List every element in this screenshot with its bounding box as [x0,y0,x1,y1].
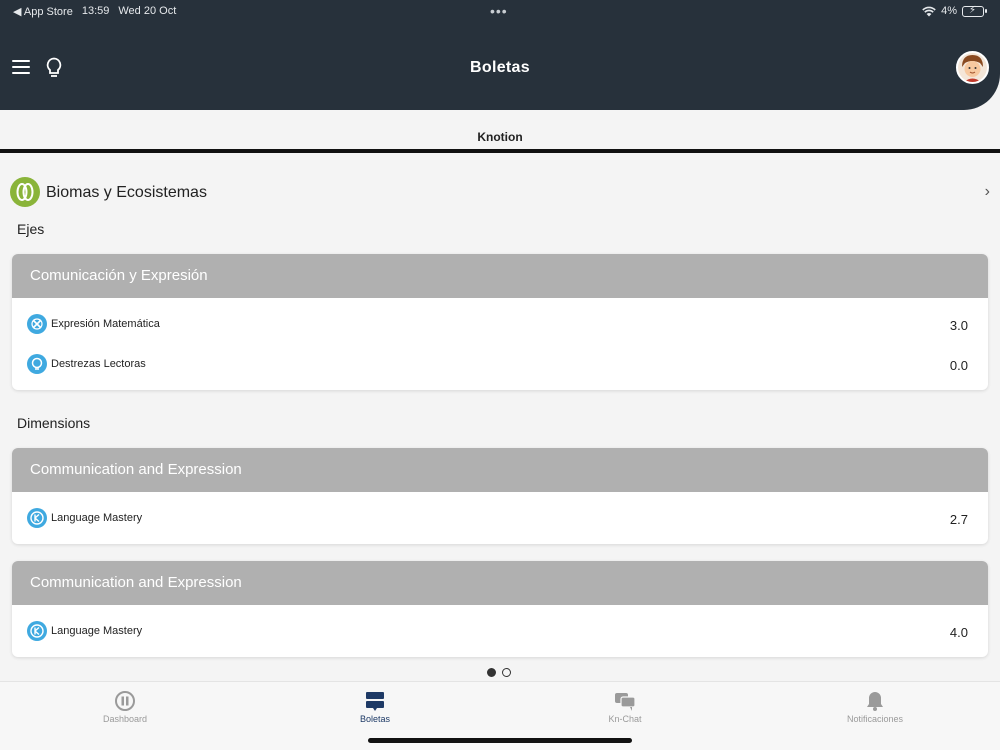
section-label-dimensions: Dimensions [17,415,91,431]
multitasking-dots[interactable]: ••• [490,3,508,19]
wifi-icon [922,6,936,16]
subject-selector[interactable]: Biomas y Ecosistemas › [10,177,992,207]
page-indicator [487,668,511,677]
item-score: 2.7 [949,512,968,527]
chevron-right-icon[interactable]: › [985,183,990,201]
reading-skills-icon [27,354,47,374]
status-date: Wed 20 Oct [118,5,177,17]
nav-label: Notificaciones [846,714,904,724]
status-left: ◀ App Store 13:59 Wed 20 Oct [13,5,176,18]
list-item[interactable]: Language Mastery 2.7 [12,498,988,538]
nav-label: Boletas [359,714,391,724]
page-title: Boletas [470,59,530,76]
app-header: ◀ App Store 13:59 Wed 20 Oct ••• 4% ⚡ Bo… [0,0,1000,110]
nav-label: Dashboard [102,714,148,724]
item-score: 4.0 [949,625,968,640]
battery-percent: 4% [941,5,957,17]
dashboard-icon [115,691,135,711]
page-dot-1[interactable] [487,668,496,677]
user-avatar[interactable] [956,51,989,84]
subject-title: Biomas y Ecosistemas [46,184,207,201]
school-tab-bar: Knotion [0,110,1000,154]
status-bar: ◀ App Store 13:59 Wed 20 Oct ••• 4% ⚡ [0,0,1000,22]
ejes-card: Comunicación y Expresión Expresión Matem… [12,254,988,390]
nav-boletas[interactable]: Boletas [315,690,435,724]
dimension-card: Communication and Expression Language Ma… [12,448,988,544]
home-indicator[interactable] [368,738,632,743]
back-to-app-link[interactable]: ◀ App Store [13,5,73,18]
math-expression-icon [27,314,47,334]
nav-dashboard[interactable]: Dashboard [65,690,185,724]
nav-kn-chat[interactable]: Kn-Chat [565,690,685,724]
chat-icon [615,693,636,711]
report-cards-icon [366,692,384,711]
status-right: 4% ⚡ [922,5,987,17]
item-label: Expresión Matemática [51,318,160,330]
dimension-card: Communication and Expression Language Ma… [12,561,988,657]
nav-notificaciones[interactable]: Notificaciones [815,690,935,724]
language-mastery-icon [27,508,47,528]
page-dot-2[interactable] [502,668,511,677]
bell-icon [867,692,883,711]
status-time: 13:59 [81,5,110,17]
item-label: Destrezas Lectoras [51,358,146,370]
item-score: 3.0 [949,318,968,333]
list-item[interactable]: Expresión Matemática 3.0 [12,304,988,344]
list-item[interactable]: Language Mastery 4.0 [12,611,988,651]
card-header: Communication and Expression [12,448,988,492]
avatar-icon [958,53,987,82]
item-label: Language Mastery [51,512,143,524]
battery-icon: ⚡ [962,5,987,17]
tab-knotion[interactable]: Knotion [0,130,1000,144]
card-header: Comunicación y Expresión [12,254,988,298]
nav-label: Kn-Chat [608,714,642,724]
card-header: Communication and Expression [12,561,988,605]
knotion-subject-icon [10,177,40,207]
item-score: 0.0 [949,358,968,373]
item-label: Language Mastery [51,625,143,637]
section-label-ejes: Ejes [17,221,45,237]
language-mastery-icon [27,621,47,641]
tab-underline [0,149,1000,153]
list-item[interactable]: Destrezas Lectoras 0.0 [12,344,988,384]
